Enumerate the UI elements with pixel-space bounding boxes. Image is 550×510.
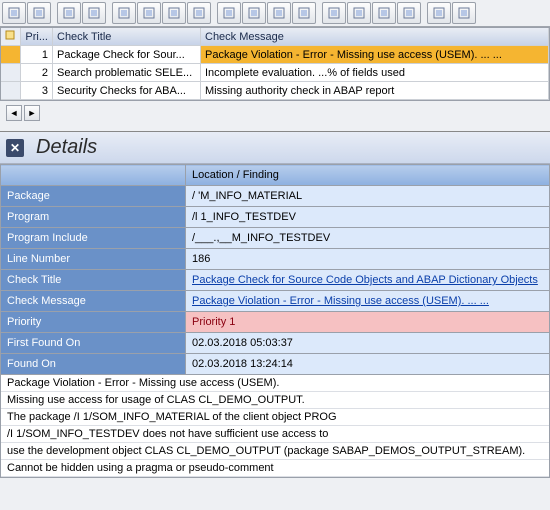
detail-label: Check Title [1,270,186,291]
detail-label: Program [1,207,186,228]
grid-scroll-controls: ◄ ► [0,101,550,125]
longtext-line: use the development object CLAS CL_DEMO_… [1,443,549,460]
detail-label: Package [1,186,186,207]
details-table: Location / Finding Package/ 'M_INFO_MATE… [0,164,550,375]
cell-check-message: Missing authority check in ABAP report [201,82,549,100]
filter-icon[interactable] [137,2,161,24]
detail-value: /l 1_INFO_TESTDEV [186,207,550,228]
details-panel: ✕ Details Location / Finding Package/ 'M… [0,131,550,478]
detail-value[interactable]: Package Check for Source Code Objects an… [186,270,550,291]
tree-icon[interactable] [397,2,421,24]
detail-label: Line Number [1,249,186,270]
import-icon[interactable] [57,2,81,24]
find2-icon[interactable] [162,2,186,24]
results-grid: Pri... Check Title Check Message 1Packag… [0,27,550,101]
cell-check-message: Package Violation - Error - Missing use … [201,46,549,64]
sort-icon[interactable] [187,2,211,24]
grid-corner [1,28,21,46]
cell-check-title: Search problematic SELE... [53,64,201,82]
scroll-left-icon[interactable]: ◄ [6,105,22,121]
sub-icon[interactable] [267,2,291,24]
detail-label: Program Include [1,228,186,249]
table-row[interactable]: 3Security Checks for ABA...Missing autho… [1,82,549,100]
details-title: Details [36,136,97,159]
detail-label: Priority [1,312,186,333]
longtext-line: The package /I 1/SOM_INFO_MATERIAL of th… [1,409,549,426]
excel-icon[interactable] [347,2,371,24]
longtext-line: Package Violation - Error - Missing use … [1,375,549,392]
longtext-line: Cannot be hidden using a pragma or pseud… [1,460,549,477]
row-handle[interactable] [1,46,21,64]
detail-label: First Found On [1,333,186,354]
sum-icon[interactable] [217,2,241,24]
col-header-priority[interactable]: Pri... [21,28,53,46]
export-icon[interactable] [27,2,51,24]
cell-priority: 3 [21,82,53,100]
detail-value: Priority 1 [186,312,550,333]
detail-value: 02.03.2018 05:03:37 [186,333,550,354]
grid-header-row: Pri... Check Title Check Message [1,28,549,46]
row-handle[interactable] [1,82,21,100]
longtext-line: /I 1/SOM_INFO_TESTDEV does not have suff… [1,426,549,443]
col-header-check-title[interactable]: Check Title [53,28,201,46]
details-longtext: Package Violation - Error - Missing use … [0,375,550,478]
cell-check-title: Security Checks for ABA... [53,82,201,100]
cell-check-message: Incomplete evaluation. ...% of fields us… [201,64,549,82]
sub2-icon[interactable] [292,2,316,24]
details-col-location: Location / Finding [186,165,550,186]
table-row[interactable]: 1Package Check for Sour...Package Violat… [1,46,549,64]
variant-icon[interactable] [427,2,451,24]
config-icon[interactable] [452,2,476,24]
row-handle[interactable] [1,64,21,82]
close-icon[interactable]: ✕ [6,139,24,157]
group-icon[interactable] [242,2,266,24]
longtext-line: Missing use access for usage of CLAS CL_… [1,392,549,409]
detail-icon[interactable] [322,2,346,24]
table-row[interactable]: 2Search problematic SELE...Incomplete ev… [1,64,549,82]
print-icon[interactable] [112,2,136,24]
details-header: ✕ Details [0,132,550,164]
alv-toolbar [0,0,550,27]
detail-value[interactable]: Package Violation - Error - Missing use … [186,291,550,312]
detail-value: /___.,__M_INFO_TESTDEV [186,228,550,249]
detail-value: / 'M_INFO_MATERIAL [186,186,550,207]
scroll-right-icon[interactable]: ► [24,105,40,121]
detail-value: 186 [186,249,550,270]
word-icon[interactable] [372,2,396,24]
detail-value: 02.03.2018 13:24:14 [186,354,550,375]
layout-icon[interactable] [82,2,106,24]
find-icon[interactable] [2,2,26,24]
cell-priority: 2 [21,64,53,82]
details-col-blank [1,165,186,186]
col-header-check-message[interactable]: Check Message [201,28,549,46]
cell-priority: 1 [21,46,53,64]
cell-check-title: Package Check for Sour... [53,46,201,64]
detail-label: Found On [1,354,186,375]
detail-label: Check Message [1,291,186,312]
